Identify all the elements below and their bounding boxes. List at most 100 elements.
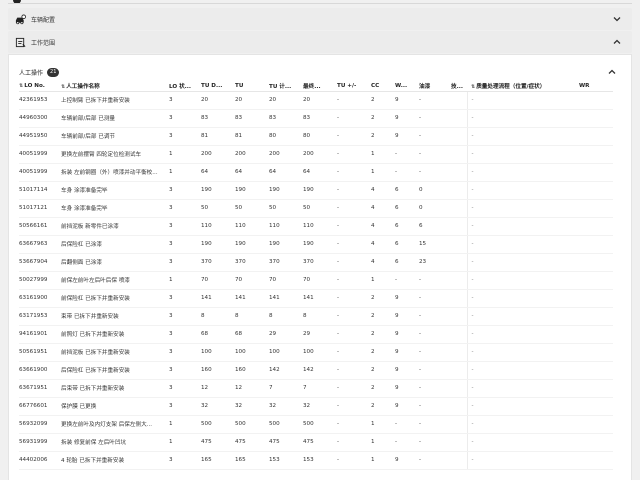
table-cell [451,163,467,182]
table-cell: - [466,217,579,236]
table-cell: 500 [303,415,337,434]
table-cell [451,145,467,164]
table-cell: 200 [269,145,303,164]
section-vehicle-config[interactable]: 车辆配置 [8,8,632,30]
table-cell: - [419,343,451,362]
column-header[interactable]: WR [579,81,613,92]
table-row[interactable]: 63667963 后保险杠 已涂漆 3 190 190 190 190-4 6 15- [19,235,613,254]
manual-ops-table: ⇅LO No. ⇅人工操作名称 LO 状... TU D... TU TU 计... 最终.… [19,81,613,470]
table-cell: 4 轮胎 已拆下并重新安装 [61,451,169,470]
table-row[interactable]: 94161901 前照灯 已拆下并重新安装 3 68 68 29 29-2 9- - [19,325,613,344]
table-cell: 190 [201,181,235,200]
table-cell: 1 [169,163,201,182]
table-cell: 475 [235,433,269,452]
table-cell: 9 [395,361,419,380]
table-cell: - [466,289,579,308]
column-header[interactable]: TU 计... [269,81,303,92]
column-header[interactable]: W... [395,81,419,92]
table-row[interactable]: 50027999 前保左前叶左后叶后保 喷漆 1 70 70 70 70-1- - - [19,271,613,290]
table-row[interactable]: 50561951 前挡泥板 已拆下并重新安装 3 100 100 100 100-2 9- - [19,343,613,362]
table-cell: 0 [419,199,451,218]
table-row[interactable]: 63671951 后束带 已拆下并重新安装 3 12 12 7 7-2 9- - [19,379,613,398]
table-cell: - [337,181,371,200]
table-cell: - [337,145,371,164]
column-header[interactable]: 油漆 [419,81,451,92]
table-cell: - [337,271,371,290]
column-header[interactable]: 技... [451,81,467,92]
table-cell: 200 [201,145,235,164]
table-row[interactable]: 53667904 后翻侧面 已涂漆 3 370 370 370 370-4 6 23- [19,253,613,272]
column-header[interactable]: LO 状... [169,81,201,92]
table-row[interactable]: 51017121 车身 涂漆准备完毕 3 50 50 50 50-4 6 0- [19,199,613,218]
table-cell: 拆装 修复前保 左后叶凹坑 [61,433,169,452]
table-cell: - [337,433,371,452]
table-cell: 81 [201,127,235,146]
table-cell: 后保险杠 已拆下并重新安装 [61,361,169,380]
table-cell: 53667904 [19,253,61,272]
table-cell: 110 [201,217,235,236]
table-row[interactable]: 63171953 束带 已拆下并重新安装 3 8 8 8 8-2 9- - [19,307,613,326]
table-row[interactable]: 63661900 后保险杠 已拆下并重新安装 3 160 160 142 142-2 9- - [19,361,613,380]
table-row[interactable]: 44951950 车辆前部/后部 已调节 3 81 81 80 80-2 9- - [19,127,613,146]
chevron-up-icon[interactable] [612,37,622,47]
column-header[interactable]: ⇅质量处理流程（位置/症状） [467,81,579,92]
table-cell: 56932099 [19,415,61,434]
table-cell: 0 [419,181,451,200]
table-cell: 2 [371,343,395,362]
table-cell: 29 [303,325,337,344]
table-cell: 190 [303,235,337,254]
table-cell: - [419,379,451,398]
table-row[interactable]: 56932099 更换左前叶及内灯支架 后保左侧大... 1 500 500 500 500… [19,415,613,434]
table-row[interactable]: 44960300 车辆前部/后部 已测量 3 83 83 83 83-2 9- - [19,109,613,128]
section-work-scope[interactable]: 工作范围 [8,31,632,53]
column-header[interactable]: 最终... [303,81,337,92]
column-header[interactable]: TU [235,81,269,92]
column-header[interactable]: ⇅LO No. [19,81,61,92]
chevron-up-icon[interactable] [607,67,617,77]
divider [8,3,632,4]
table-cell: - [337,397,371,416]
table-row[interactable]: 66776601 保护膜 已更换 3 32 32 32 32-2 9- - [19,397,613,416]
table-cell: 44402006 [19,451,61,470]
table-cell: 50561951 [19,343,61,362]
column-header[interactable]: TU D... [201,81,235,92]
table-cell: 83 [235,109,269,128]
column-header-label: TU [235,82,244,89]
table-row[interactable]: 51017114 车身 涂漆准备完毕 3 190 190 190 190-4 6 0- [19,181,613,200]
column-header[interactable]: ⇅人工操作名称 [61,81,169,92]
manual-ops-title: 人工操作 [19,69,44,77]
table-cell: - [337,109,371,128]
table-cell: 50 [269,199,303,218]
table-cell: - [395,145,419,164]
table-cell: 141 [303,289,337,308]
table-cell: 3 [169,127,201,146]
table-cell: 4 [371,199,395,218]
table-cell: 更换左前摆臂 四轮定位检测试车 [61,145,169,164]
column-header[interactable]: TU +/- [337,81,371,92]
table-row[interactable]: 40051999 拆装 左前钢圈（外）喷漆并动平衡校... 1 64 64 64 64-1-… [19,163,613,182]
table-row[interactable]: 56931999 拆装 修复前保 左后叶凹坑 1 475 475 475 475-1- - - [19,433,613,452]
table-cell: 83 [303,109,337,128]
table-cell: 44951950 [19,127,61,146]
chevron-down-icon[interactable] [612,14,622,24]
column-header[interactable]: CC [371,81,395,92]
table-cell: 8 [201,307,235,326]
table-cell: 32 [269,397,303,416]
table-cell [451,397,467,416]
table-cell: 前保左前叶左后叶后保 喷漆 [61,271,169,290]
table-cell: - [466,271,579,290]
table-cell: 8 [269,307,303,326]
table-cell [451,271,467,290]
table-cell: 15 [419,235,451,254]
table-row[interactable]: 42361953 上控制臂 已拆下并重新安装 3 20 20 20 20-2 9- - [19,91,613,110]
table-row[interactable]: 63161900 前保险杠 已拆下并重新安装 3 141 141 141 141-2 9- - [19,289,613,308]
table-cell: - [337,235,371,254]
sort-icon: ⇅ [19,82,24,89]
table-cell: 2 [371,127,395,146]
table-row[interactable]: 44402006 4 轮胎 已拆下并重新安装 3 165 165 153 153-1 9- - [19,451,613,470]
table-cell: 80 [303,127,337,146]
table-cell: 63161900 [19,289,61,308]
table-row[interactable]: 50566161 前挡泥板 新零件已涂漆 3 110 110 110 110-4 6 6- [19,217,613,236]
table-cell: 475 [303,433,337,452]
table-row[interactable]: 40051999 更换左前摆臂 四轮定位检测试车 1 200 200 200 200-1- -… [19,145,613,164]
